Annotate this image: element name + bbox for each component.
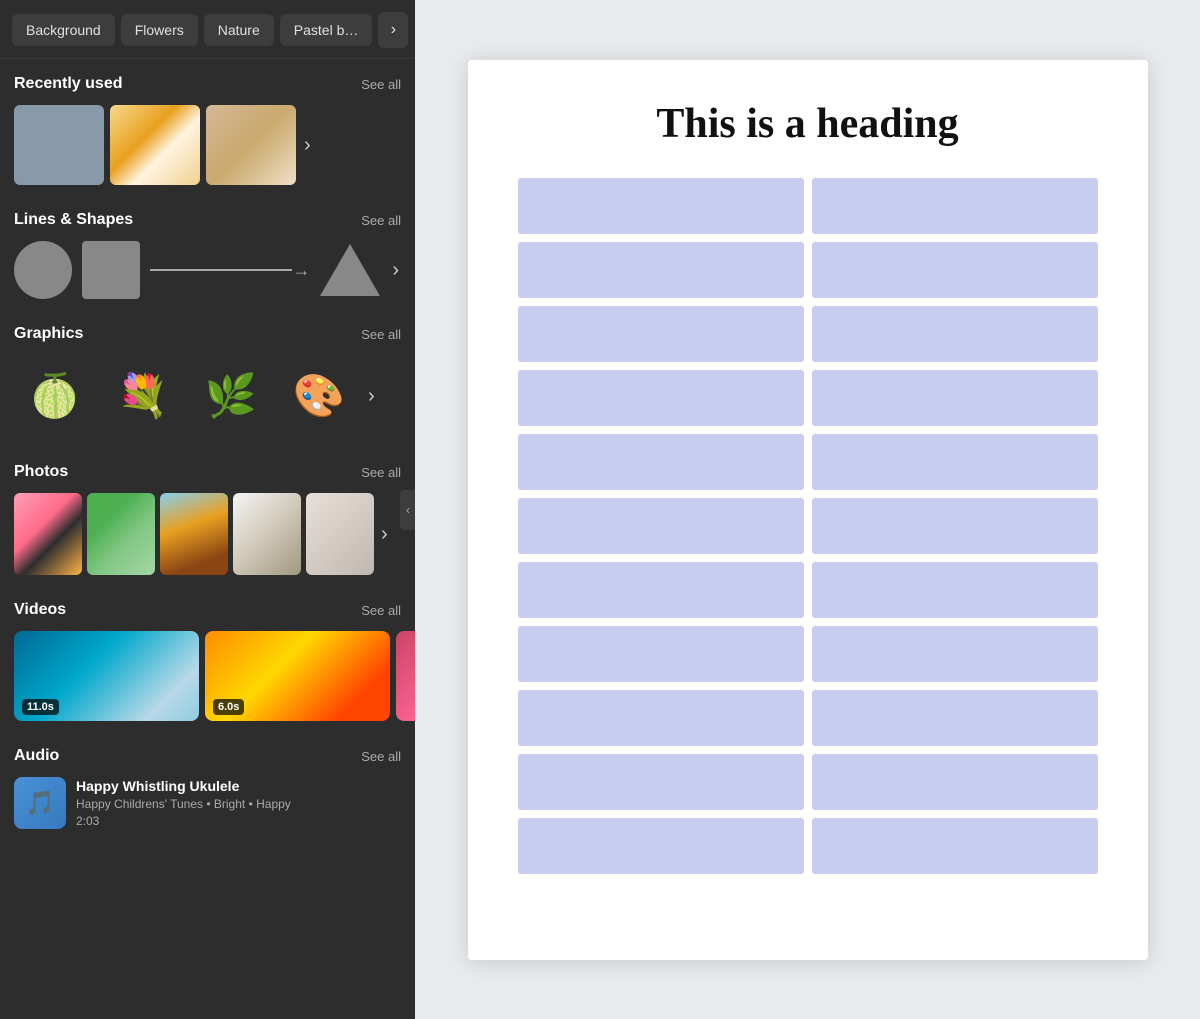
- doc-cell: [812, 690, 1098, 746]
- graphics-row: 🍈 💐 🌿 🎨 ›: [14, 355, 401, 437]
- doc-cell: [812, 498, 1098, 554]
- shapes-row: → ›: [14, 241, 401, 299]
- document-grid: [518, 178, 1098, 874]
- recently-used-header: Recently used See all: [14, 75, 401, 93]
- photo-flower[interactable]: [14, 493, 82, 575]
- recent-item-blank[interactable]: [14, 105, 104, 185]
- doc-cell: [518, 626, 804, 682]
- doc-cell: [518, 370, 804, 426]
- videos-header: Videos See all: [14, 601, 401, 619]
- video-bird[interactable]: 11.0s: [14, 631, 199, 721]
- photos-header: Photos See all: [14, 463, 401, 481]
- shape-triangle[interactable]: [320, 244, 380, 296]
- doc-cell: [518, 434, 804, 490]
- lines-shapes-see-all[interactable]: See all: [361, 213, 401, 228]
- audio-thumbnail: 🎵: [14, 777, 66, 829]
- photos-section: Photos See all ›: [0, 447, 415, 585]
- tab-nature[interactable]: Nature: [204, 14, 274, 46]
- doc-cell: [812, 754, 1098, 810]
- audio-see-all[interactable]: See all: [361, 749, 401, 764]
- graphic-art[interactable]: 🎨: [278, 355, 360, 437]
- doc-cell: [812, 434, 1098, 490]
- recently-used-title: Recently used: [14, 75, 122, 93]
- recently-used-section: Recently used See all ›: [0, 59, 415, 195]
- tabs-next-button[interactable]: ›: [378, 12, 408, 48]
- shape-line-arrow[interactable]: →: [150, 260, 310, 281]
- graphics-next[interactable]: ›: [366, 381, 377, 412]
- shapes-next[interactable]: ›: [390, 255, 401, 286]
- tab-flowers[interactable]: Flowers: [121, 14, 198, 46]
- audio-header: Audio See all: [14, 747, 401, 765]
- panel-collapse-button[interactable]: ‹: [400, 490, 415, 530]
- doc-cell: [518, 178, 804, 234]
- doc-cell: [518, 306, 804, 362]
- doc-cell: [518, 754, 804, 810]
- recently-used-row: ›: [14, 105, 401, 185]
- canvas-document: This is a heading: [468, 60, 1148, 960]
- photos-row: ›: [14, 493, 401, 575]
- graphic-flowers-vase[interactable]: 💐: [102, 355, 184, 437]
- tab-background[interactable]: Background: [12, 14, 115, 46]
- canvas-area: This is a heading: [415, 0, 1200, 1019]
- lines-shapes-title: Lines & Shapes: [14, 211, 133, 229]
- photos-title: Photos: [14, 463, 68, 481]
- audio-item-desc: Happy Childrens' Tunes • Bright • Happy: [76, 797, 401, 811]
- recently-used-see-all[interactable]: See all: [361, 77, 401, 92]
- doc-cell: [812, 370, 1098, 426]
- photos-see-all[interactable]: See all: [361, 465, 401, 480]
- audio-title: Audio: [14, 747, 59, 765]
- graphic-leaf[interactable]: 🌿: [190, 355, 272, 437]
- doc-cell: [812, 242, 1098, 298]
- audio-info: Happy Whistling Ukulele Happy Childrens'…: [76, 778, 401, 828]
- document-heading: This is a heading: [518, 100, 1098, 148]
- shape-circle[interactable]: [14, 241, 72, 299]
- recently-used-next[interactable]: ›: [302, 130, 313, 161]
- video-fire-duration: 6.0s: [213, 699, 244, 715]
- doc-cell: [518, 818, 804, 874]
- graphics-title: Graphics: [14, 325, 83, 343]
- tab-pastel[interactable]: Pastel b…: [280, 14, 373, 46]
- graphics-section: Graphics See all 🍈 💐 🌿 🎨 ›: [0, 309, 415, 447]
- doc-cell: [812, 626, 1098, 682]
- audio-section: Audio See all 🎵 Happy Whistling Ukulele …: [0, 731, 415, 839]
- graphics-header: Graphics See all: [14, 325, 401, 343]
- doc-cell: [812, 562, 1098, 618]
- videos-section: Videos See all 11.0s 6.0s ›: [0, 585, 415, 731]
- doc-cell: [518, 690, 804, 746]
- lines-shapes-section: Lines & Shapes See all → ›: [0, 195, 415, 309]
- audio-item[interactable]: 🎵 Happy Whistling Ukulele Happy Children…: [14, 777, 401, 829]
- recent-item-food[interactable]: [110, 105, 200, 185]
- doc-cell: [518, 498, 804, 554]
- left-panel: Background Flowers Nature Pastel b… › Re…: [0, 0, 415, 1019]
- photo-desert[interactable]: [160, 493, 228, 575]
- doc-cell: [812, 178, 1098, 234]
- video-next-preview[interactable]: [396, 631, 415, 721]
- audio-item-title: Happy Whistling Ukulele: [76, 778, 401, 794]
- recent-item-drink[interactable]: [206, 105, 296, 185]
- doc-cell: [518, 242, 804, 298]
- photo-woman[interactable]: [87, 493, 155, 575]
- audio-item-duration: 2:03: [76, 814, 401, 828]
- video-fire[interactable]: 6.0s: [205, 631, 390, 721]
- shape-rectangle[interactable]: [82, 241, 140, 299]
- graphic-papaya[interactable]: 🍈: [14, 355, 96, 437]
- photo-hat[interactable]: [233, 493, 301, 575]
- videos-title: Videos: [14, 601, 66, 619]
- doc-cell: [518, 562, 804, 618]
- photos-next[interactable]: ›: [379, 519, 390, 550]
- photo-arch[interactable]: [306, 493, 374, 575]
- category-tabs: Background Flowers Nature Pastel b… ›: [0, 0, 415, 59]
- videos-see-all[interactable]: See all: [361, 603, 401, 618]
- graphics-see-all[interactable]: See all: [361, 327, 401, 342]
- lines-shapes-header: Lines & Shapes See all: [14, 211, 401, 229]
- video-bird-duration: 11.0s: [22, 699, 59, 715]
- videos-row: 11.0s 6.0s ›: [14, 631, 401, 721]
- doc-cell: [812, 306, 1098, 362]
- doc-cell: [812, 818, 1098, 874]
